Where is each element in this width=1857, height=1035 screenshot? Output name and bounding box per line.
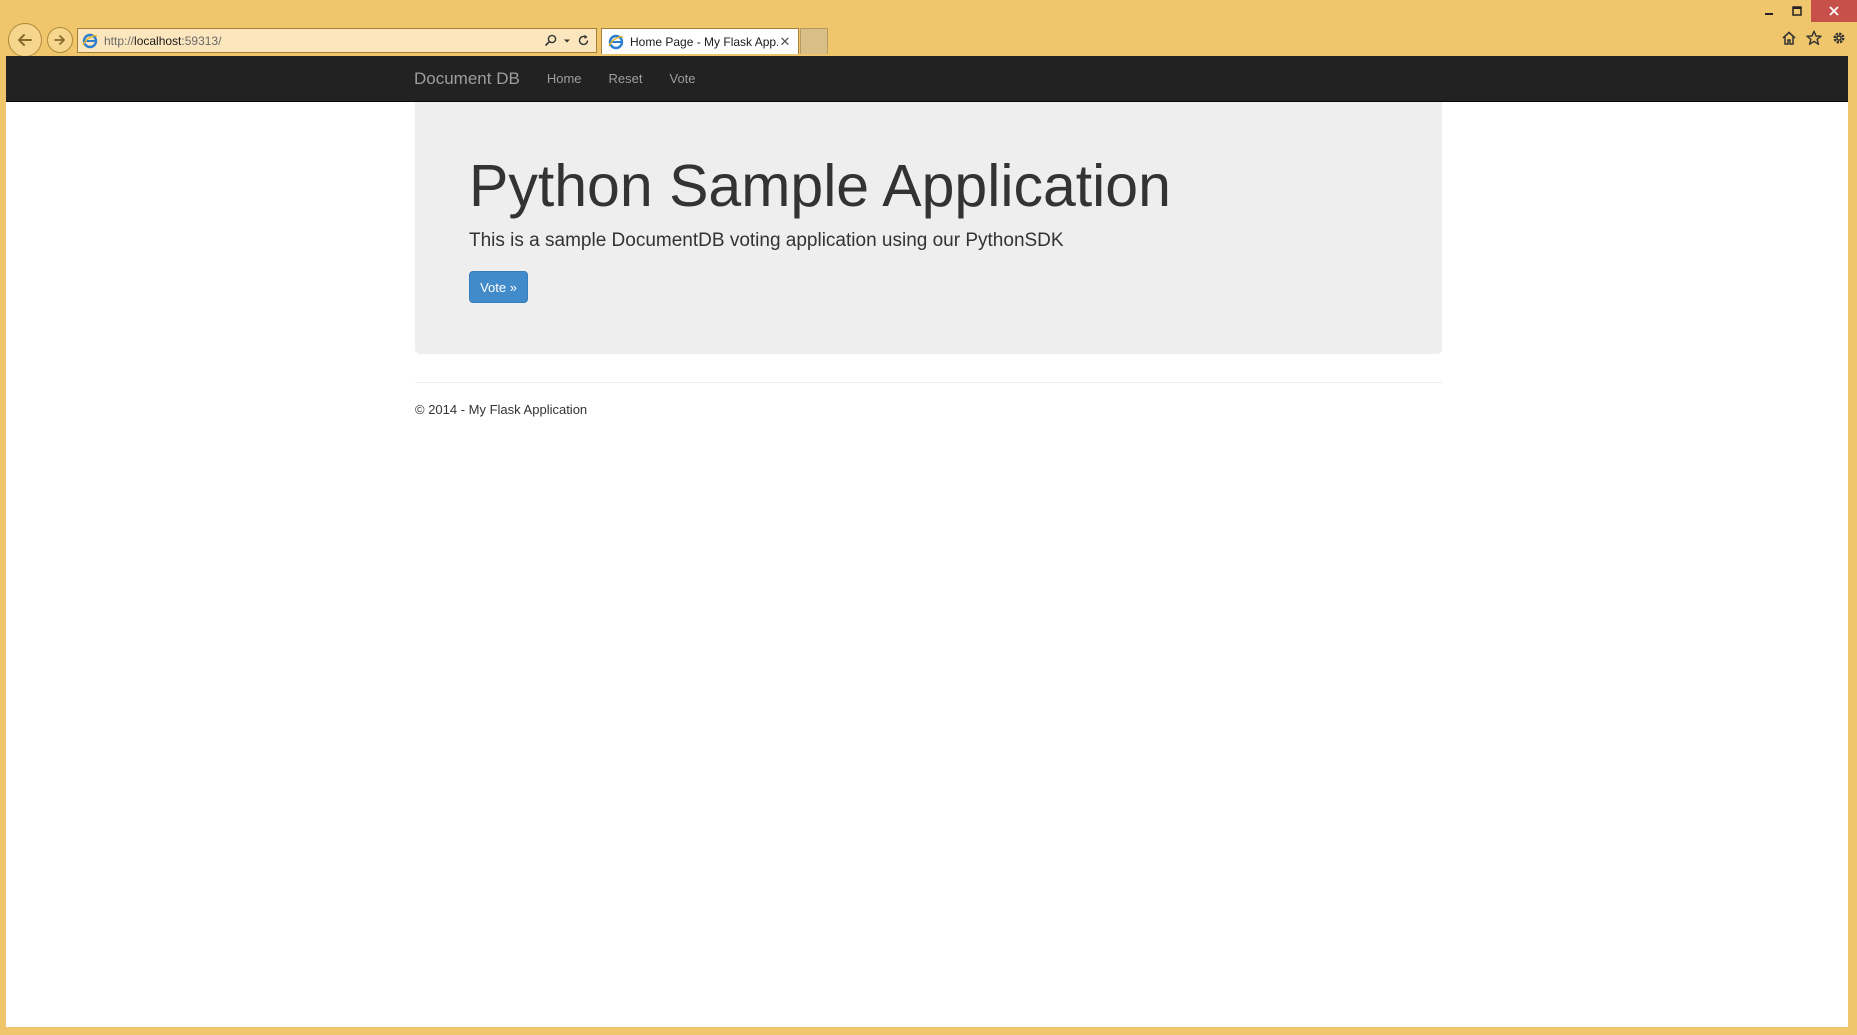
maximize-button[interactable] [1783, 0, 1811, 22]
page-viewport: Document DB Home Reset Vote Python Sampl… [6, 56, 1848, 1027]
ie-favicon-icon [82, 33, 98, 48]
chevron-down-icon[interactable] [563, 37, 571, 45]
url-path: :59313/ [181, 33, 222, 48]
tab-title: Home Page - My Flask App... [630, 34, 778, 49]
jumbotron: Python Sample Application This is a samp… [415, 102, 1442, 354]
navbar-brand[interactable]: Document DB [414, 69, 520, 89]
close-window-button[interactable] [1811, 0, 1857, 22]
tab-close-icon[interactable]: ✕ [778, 34, 792, 49]
close-icon [1829, 6, 1839, 16]
maximize-icon [1792, 6, 1802, 16]
url-text[interactable]: http://localhost:59313/ [104, 34, 544, 48]
window-controls [1755, 0, 1857, 22]
new-tab-button[interactable] [800, 28, 828, 54]
vote-button[interactable]: Vote » [469, 271, 528, 303]
url-scheme: http:// [104, 33, 135, 48]
gear-icon[interactable] [1831, 30, 1847, 46]
address-bar[interactable]: http://localhost:59313/ [77, 28, 597, 53]
address-bar-tools [544, 34, 590, 47]
nav-link-home[interactable]: Home [547, 71, 582, 86]
navbar-container: Document DB Home Reset Vote [414, 56, 723, 101]
forward-button[interactable] [47, 27, 73, 53]
refresh-icon[interactable] [577, 34, 590, 47]
ie-favicon-icon [608, 34, 624, 49]
search-icon[interactable] [544, 34, 557, 47]
browser-chrome: http://localhost:59313/ Home Page - My F… [0, 0, 1857, 57]
tab-home-page[interactable]: Home Page - My Flask App... ✕ [601, 28, 799, 54]
minimize-button[interactable] [1755, 0, 1783, 22]
back-button[interactable] [8, 23, 42, 57]
back-arrow-icon [18, 34, 32, 46]
star-icon[interactable] [1806, 30, 1822, 46]
top-navbar: Document DB Home Reset Vote [6, 56, 1848, 102]
nav-link-vote[interactable]: Vote [669, 71, 695, 86]
nav-link-reset[interactable]: Reset [609, 71, 643, 86]
browser-window: http://localhost:59313/ Home Page - My F… [0, 0, 1857, 1035]
footer-divider [415, 382, 1442, 383]
footer-copyright: © 2014 - My Flask Application [415, 402, 588, 417]
url-host: localhost [134, 33, 182, 48]
home-icon[interactable] [1781, 30, 1797, 46]
page-title: Python Sample Application [469, 153, 1171, 219]
forward-arrow-icon [54, 35, 65, 45]
minimize-icon [1765, 13, 1773, 15]
lead-text: This is a sample DocumentDB voting appli… [469, 230, 1064, 251]
browser-right-tools [1781, 30, 1847, 46]
